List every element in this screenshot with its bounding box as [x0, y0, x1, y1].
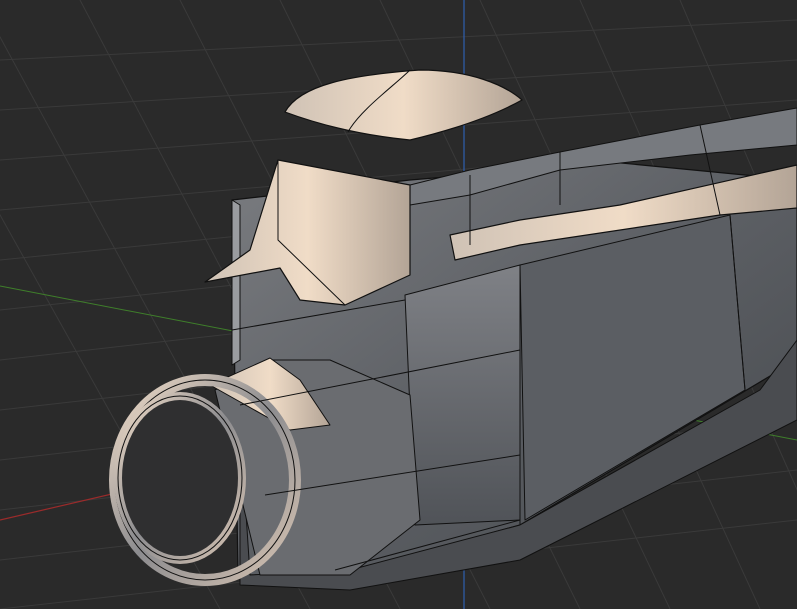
front-plate[interactable] [231, 199, 241, 366]
mid-panel[interactable] [404, 264, 521, 526]
3d-viewport[interactable] [0, 0, 797, 609]
viewport-canvas[interactable] [0, 0, 797, 609]
nozzle-inner-ring [114, 392, 246, 564]
canopy-panel[interactable] [284, 69, 523, 141]
mesh-object[interactable] [109, 69, 797, 591]
